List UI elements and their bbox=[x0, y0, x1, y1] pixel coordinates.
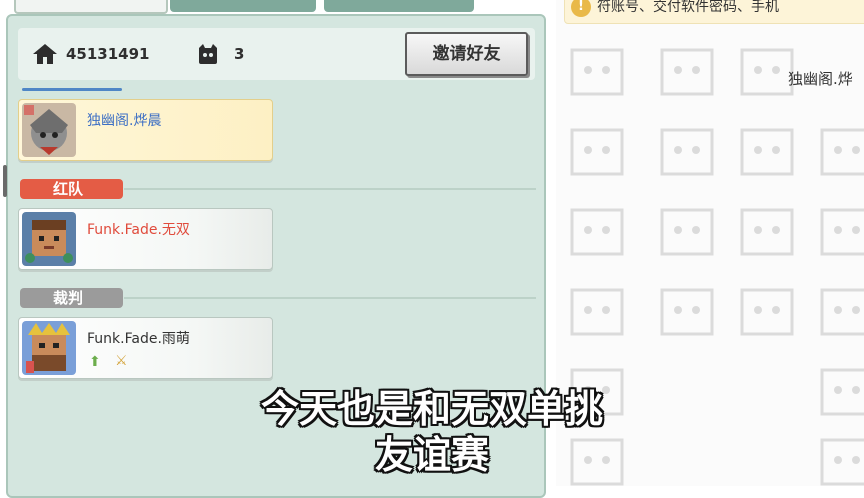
player-name: Funk.Fade.无双 bbox=[87, 222, 190, 238]
judge-label: 裁判 bbox=[20, 288, 123, 308]
player-card-red[interactable]: Funk.Fade.无双 bbox=[18, 208, 273, 270]
warning-icon: ! bbox=[571, 0, 591, 17]
host-marker bbox=[22, 88, 122, 91]
player-card-host[interactable]: 独幽阁.烨晨 bbox=[18, 99, 273, 161]
pattern-icon bbox=[656, 40, 718, 102]
pattern-icon bbox=[566, 280, 628, 342]
pattern-icon bbox=[816, 280, 864, 342]
pattern-icon bbox=[566, 40, 628, 102]
sword-icon: ⚔ bbox=[115, 353, 128, 369]
player-count: 3 bbox=[234, 45, 245, 63]
tab-room[interactable] bbox=[14, 0, 168, 14]
scrollbar[interactable] bbox=[3, 165, 7, 197]
pattern-icon bbox=[656, 280, 718, 342]
room-info-bar: 45131491 3 邀请好友 bbox=[18, 28, 535, 80]
invite-friends-button[interactable]: 邀请好友 bbox=[405, 32, 528, 76]
pattern-icon bbox=[736, 120, 798, 182]
player-name: Funk.Fade.雨萌 bbox=[87, 331, 190, 347]
avatar bbox=[22, 321, 76, 375]
pattern-icon bbox=[566, 120, 628, 182]
room-id: 45131491 bbox=[66, 45, 150, 63]
players-icon bbox=[199, 44, 217, 64]
tab-third[interactable] bbox=[324, 0, 474, 12]
pattern-icon bbox=[656, 200, 718, 262]
red-team-label: 红队 bbox=[20, 179, 123, 199]
rank-up-icon: ⬆ bbox=[89, 354, 101, 370]
divider bbox=[124, 297, 536, 299]
host-name-label: 独幽阁.烨 bbox=[788, 70, 853, 88]
pattern-icon bbox=[736, 200, 798, 262]
notice-text: 符账号、交付软件密码、手机 bbox=[597, 0, 779, 15]
player-card-judge[interactable]: Funk.Fade.雨萌 ⬆ ⚔ bbox=[18, 317, 273, 379]
pattern-icon bbox=[736, 280, 798, 342]
divider bbox=[124, 188, 536, 190]
notice-banner: ! 符账号、交付软件密码、手机 bbox=[564, 0, 864, 24]
player-name: 独幽阁.烨晨 bbox=[87, 113, 162, 129]
home-icon bbox=[33, 44, 57, 64]
avatar bbox=[22, 212, 76, 266]
avatar bbox=[22, 103, 76, 157]
pattern-icon bbox=[566, 200, 628, 262]
pattern-icon bbox=[816, 200, 864, 262]
pattern-icon bbox=[816, 120, 864, 182]
pattern-icon bbox=[656, 120, 718, 182]
subtitle-line-2: 友谊赛 bbox=[374, 433, 489, 477]
tab-second[interactable] bbox=[170, 0, 316, 12]
